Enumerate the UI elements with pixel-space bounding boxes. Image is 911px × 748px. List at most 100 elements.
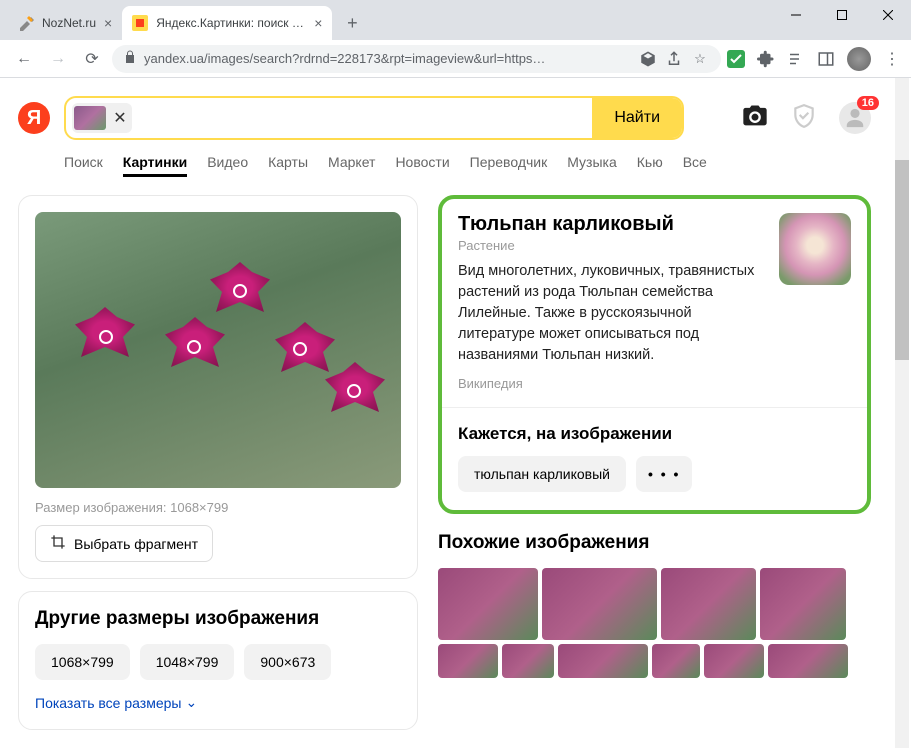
detection-ring[interactable] bbox=[233, 284, 247, 298]
address-bar: ← → ⟳ yandex.ua/images/search?rdrnd=2281… bbox=[0, 40, 911, 78]
search-button[interactable]: Найти bbox=[592, 98, 682, 138]
menu-icon[interactable]: ⋮ bbox=[883, 50, 901, 68]
minimize-button[interactable] bbox=[773, 0, 819, 30]
url-field[interactable]: yandex.ua/images/search?rdrnd=228173&rpt… bbox=[112, 45, 721, 73]
forward-button[interactable]: → bbox=[44, 45, 72, 73]
similar-image[interactable] bbox=[768, 644, 848, 678]
close-window-button[interactable] bbox=[865, 0, 911, 30]
side-panel-icon[interactable] bbox=[817, 50, 835, 68]
right-column: Тюльпан карликовый Растение Вид многолет… bbox=[438, 195, 871, 742]
profile-avatar[interactable] bbox=[847, 47, 871, 71]
remove-image-icon[interactable]: ✕ bbox=[110, 108, 130, 128]
size-chip[interactable]: 1048×799 bbox=[140, 644, 235, 680]
similar-image[interactable] bbox=[652, 644, 700, 678]
extensions-icon[interactable] bbox=[757, 50, 775, 68]
tab-favicon bbox=[132, 15, 148, 31]
uploaded-image[interactable] bbox=[35, 212, 401, 488]
entity-highlight: Тюльпан карликовый Растение Вид многолет… bbox=[438, 195, 871, 514]
similar-image[interactable] bbox=[704, 644, 764, 678]
other-sizes-title: Другие размеры изображения bbox=[35, 608, 401, 630]
browser-tab-1[interactable]: NozNet.ru × bbox=[8, 6, 122, 40]
yandex-logo[interactable]: Я bbox=[18, 102, 50, 134]
close-icon[interactable]: × bbox=[314, 15, 322, 31]
reading-list-icon[interactable] bbox=[787, 50, 805, 68]
tab-translate[interactable]: Переводчик bbox=[470, 154, 548, 177]
similar-image[interactable] bbox=[438, 644, 498, 678]
maximize-button[interactable] bbox=[819, 0, 865, 30]
tab-search[interactable]: Поиск bbox=[64, 154, 103, 177]
tab-news[interactable]: Новости bbox=[395, 154, 449, 177]
similar-image[interactable] bbox=[558, 644, 648, 678]
tab-title: NozNet.ru bbox=[42, 16, 96, 30]
show-all-label: Показать все размеры bbox=[35, 695, 181, 711]
size-chip[interactable]: 900×673 bbox=[244, 644, 331, 680]
similar-grid bbox=[438, 568, 871, 678]
entity-source[interactable]: Википедия bbox=[458, 376, 851, 391]
main-columns: Размер изображения: 1068×799 Выбрать фра… bbox=[18, 195, 871, 742]
browser-tab-2[interactable]: Яндекс.Картинки: поиск по изоб × bbox=[122, 6, 332, 40]
left-column: Размер изображения: 1068×799 Выбрать фра… bbox=[18, 195, 418, 742]
image-size-label: Размер изображения: 1068×799 bbox=[35, 500, 401, 515]
divider bbox=[442, 407, 867, 408]
scrollbar-thumb[interactable] bbox=[895, 160, 909, 360]
browser-titlebar: NozNet.ru × Яндекс.Картинки: поиск по из… bbox=[0, 0, 911, 40]
similar-image[interactable] bbox=[542, 568, 657, 640]
tab-images[interactable]: Картинки bbox=[123, 154, 187, 177]
translate-icon[interactable] bbox=[639, 50, 657, 68]
tab-video[interactable]: Видео bbox=[207, 154, 248, 177]
lock-icon bbox=[124, 50, 136, 67]
tab-q[interactable]: Кью bbox=[637, 154, 663, 177]
camera-icon[interactable] bbox=[741, 102, 769, 135]
detection-ring[interactable] bbox=[347, 384, 361, 398]
image-card: Размер изображения: 1068×799 Выбрать фра… bbox=[18, 195, 418, 579]
share-icon[interactable] bbox=[665, 50, 683, 68]
size-chip[interactable]: 1068×799 bbox=[35, 644, 130, 680]
seems-tag[interactable]: тюльпан карликовый bbox=[458, 456, 626, 492]
chevron-down-icon: ⌄ bbox=[185, 694, 197, 711]
similar-image[interactable] bbox=[760, 568, 846, 640]
similar-image[interactable] bbox=[438, 568, 538, 640]
search-box[interactable]: ✕ Найти bbox=[64, 96, 684, 140]
tab-all[interactable]: Все bbox=[683, 154, 707, 177]
url-text: yandex.ua/images/search?rdrnd=228173&rpt… bbox=[144, 51, 631, 66]
similar-image[interactable] bbox=[661, 568, 756, 640]
similar-images-section: Похожие изображения bbox=[438, 532, 871, 678]
shield-icon[interactable] bbox=[791, 103, 817, 134]
star-icon[interactable]: ☆ bbox=[691, 50, 709, 68]
size-chips: 1068×799 1048×799 900×673 bbox=[35, 644, 401, 680]
new-tab-button[interactable]: + bbox=[338, 9, 366, 37]
header-icons: 16 bbox=[741, 102, 871, 135]
window-controls bbox=[773, 0, 911, 30]
seems-title: Кажется, на изображении bbox=[458, 424, 851, 444]
similar-image[interactable] bbox=[502, 644, 554, 678]
tab-title: Яндекс.Картинки: поиск по изоб bbox=[156, 16, 306, 30]
tab-favicon bbox=[18, 15, 34, 31]
crop-button-label: Выбрать фрагмент bbox=[74, 536, 198, 552]
tab-music[interactable]: Музыка bbox=[567, 154, 617, 177]
reload-button[interactable]: ⟳ bbox=[78, 45, 106, 73]
tab-maps[interactable]: Карты bbox=[268, 154, 308, 177]
more-tags-button[interactable]: • • • bbox=[636, 456, 692, 492]
search-row: Я ✕ Найти 16 bbox=[18, 96, 871, 140]
other-sizes-card: Другие размеры изображения 1068×799 1048… bbox=[18, 591, 418, 730]
entity-type: Растение bbox=[458, 238, 767, 253]
entity-title[interactable]: Тюльпан карликовый bbox=[458, 213, 767, 236]
similar-title: Похожие изображения bbox=[438, 532, 871, 554]
show-all-sizes-link[interactable]: Показать все размеры ⌄ bbox=[35, 694, 197, 711]
service-tabs: Поиск Картинки Видео Карты Маркет Новост… bbox=[64, 154, 871, 177]
detection-ring[interactable] bbox=[187, 340, 201, 354]
entity-thumbnail[interactable] bbox=[779, 213, 851, 285]
detection-ring[interactable] bbox=[293, 342, 307, 356]
crop-button[interactable]: Выбрать фрагмент bbox=[35, 525, 213, 562]
close-icon[interactable]: × bbox=[104, 15, 112, 31]
back-button[interactable]: ← bbox=[10, 45, 38, 73]
check-icon[interactable] bbox=[727, 50, 745, 68]
detection-ring[interactable] bbox=[99, 330, 113, 344]
user-avatar[interactable]: 16 bbox=[839, 102, 871, 134]
page-content: Я ✕ Найти 16 Поиск Картинки Видео Карты … bbox=[0, 78, 911, 748]
search-image-chip: ✕ bbox=[72, 103, 132, 133]
notification-badge: 16 bbox=[857, 96, 879, 110]
tab-market[interactable]: Маркет bbox=[328, 154, 375, 177]
entity-description: Вид многолетних, луковичных, травянистых… bbox=[458, 261, 767, 366]
crop-icon bbox=[50, 534, 66, 553]
